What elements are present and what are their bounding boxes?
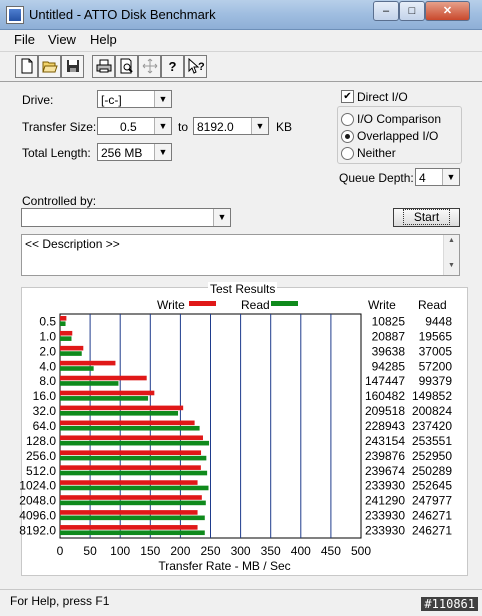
watermark: #110861 xyxy=(421,597,478,611)
chevron-down-icon[interactable]: ▼ xyxy=(154,91,171,107)
app-icon xyxy=(6,6,24,24)
chevron-down-icon[interactable]: ▼ xyxy=(442,169,459,185)
neither-label: Neither xyxy=(357,146,396,160)
context-help-icon[interactable]: ? xyxy=(184,55,207,78)
chevron-down-icon[interactable]: ▼ xyxy=(213,209,230,226)
direct-io-label: Direct I/O xyxy=(357,90,408,104)
print-preview-icon[interactable] xyxy=(115,55,138,78)
overlapped-io-radio[interactable] xyxy=(341,130,354,143)
chevron-down-icon[interactable]: ▼ xyxy=(154,118,171,134)
queue-depth-value: 4 xyxy=(419,171,426,185)
transfer-to-value: 8192.0 xyxy=(197,120,234,134)
help-icon[interactable]: ? xyxy=(161,55,184,78)
new-icon[interactable] xyxy=(15,55,38,78)
start-button-label: Start xyxy=(402,209,451,225)
menu-view[interactable]: View xyxy=(48,32,76,47)
close-button[interactable]: ✕ xyxy=(425,1,470,21)
move-icon[interactable] xyxy=(138,55,161,78)
menu-file[interactable]: File xyxy=(14,32,35,47)
status-bar: For Help, press F1 xyxy=(0,589,482,616)
to-label: to xyxy=(178,120,189,134)
chevron-down-icon[interactable]: ▼ xyxy=(154,144,171,160)
transfer-size-to-select[interactable]: 8192.0 ▼ xyxy=(193,117,269,135)
overlapped-io-label: Overlapped I/O xyxy=(357,129,439,143)
print-icon[interactable] xyxy=(92,55,115,78)
drive-value: [-c-] xyxy=(101,93,122,107)
save-icon[interactable] xyxy=(61,55,84,78)
controlled-by-select[interactable]: ▼ xyxy=(21,208,231,227)
chevron-down-icon[interactable]: ▼ xyxy=(251,118,268,134)
window-title: Untitled - ATTO Disk Benchmark xyxy=(29,7,216,22)
test-results-panel xyxy=(21,287,468,576)
menu-bar: File View Help xyxy=(0,30,482,50)
controlled-by-label: Controlled by: xyxy=(22,194,97,208)
drive-select[interactable]: [-c-] ▼ xyxy=(97,90,172,108)
queue-depth-label: Queue Depth: xyxy=(339,171,414,185)
toolbar: ? ? xyxy=(0,51,482,82)
svg-text:?: ? xyxy=(198,61,205,73)
start-button[interactable]: Start xyxy=(393,208,460,227)
minimize-button[interactable]: – xyxy=(373,1,399,21)
drive-label: Drive: xyxy=(22,93,54,107)
title-bar: Untitled - ATTO Disk Benchmark – □ ✕ xyxy=(0,0,482,30)
direct-io-checkbox[interactable]: ✔ xyxy=(341,90,354,103)
description-box[interactable]: << Description >> ▲ ▼ xyxy=(21,234,460,276)
io-comparison-radio[interactable] xyxy=(341,113,354,126)
queue-depth-select[interactable]: 4 ▼ xyxy=(415,168,460,186)
transfer-size-label: Transfer Size: xyxy=(22,120,97,134)
status-text: For Help, press F1 xyxy=(10,594,110,608)
open-icon[interactable] xyxy=(38,55,61,78)
menu-help[interactable]: Help xyxy=(90,32,117,47)
total-length-label: Total Length: xyxy=(22,146,91,160)
kb-label: KB xyxy=(276,120,293,134)
transfer-size-from-select[interactable]: 0.5 ▼ xyxy=(97,117,172,135)
description-text: << Description >> xyxy=(25,237,120,251)
maximize-button[interactable]: □ xyxy=(399,1,425,21)
total-length-select[interactable]: 256 MB ▼ xyxy=(97,143,172,161)
transfer-from-value: 0.5 xyxy=(120,120,137,134)
io-comparison-label: I/O Comparison xyxy=(357,112,442,126)
neither-radio[interactable] xyxy=(341,147,354,160)
total-length-value: 256 MB xyxy=(101,146,143,160)
results-title: Test Results xyxy=(208,282,278,296)
description-scrollbar[interactable]: ▲ ▼ xyxy=(443,235,459,275)
